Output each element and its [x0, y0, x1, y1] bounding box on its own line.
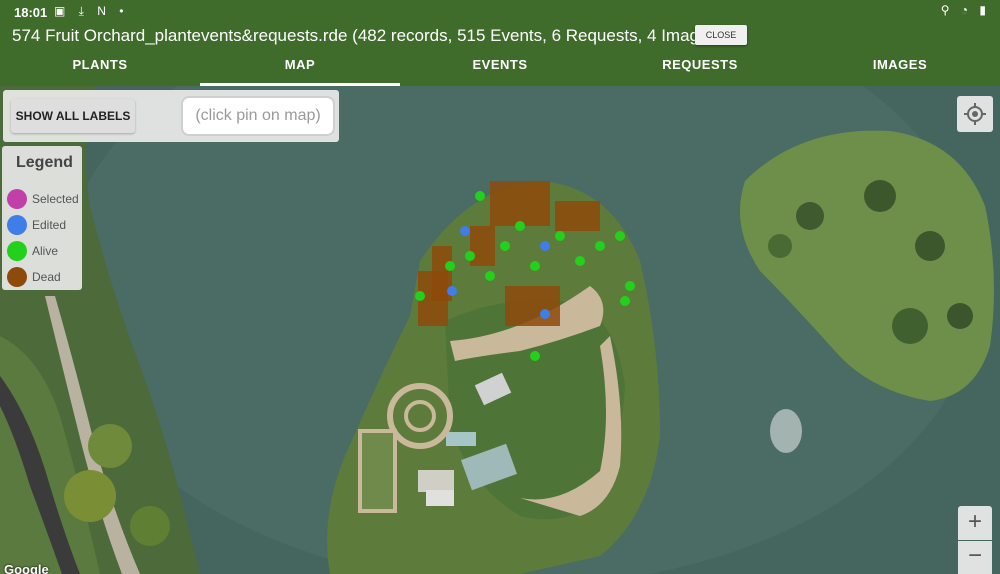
edited-color-dot	[7, 215, 27, 235]
close-button[interactable]: CLOSE	[695, 25, 747, 45]
my-location-icon	[964, 103, 986, 125]
tab-events[interactable]: EVENTS	[400, 48, 600, 86]
status-bar: 18:01 ▣ ⤓ N • ⚲ ◔ ▮	[0, 0, 1000, 24]
tab-requests[interactable]: REQUESTS	[600, 48, 800, 86]
satellite-map[interactable]	[0, 86, 1000, 574]
map-legend: Legend Selected Edited Alive Dead	[2, 146, 82, 290]
legend-item-selected: Selected	[7, 188, 85, 210]
legend-item-dead: Dead	[7, 266, 85, 288]
zoom-out-button[interactable]: −	[958, 541, 992, 574]
pin-info-field[interactable]: (click pin on map)	[181, 96, 335, 136]
google-attribution: Google	[4, 562, 49, 574]
file-title: 574 Fruit Orchard_plantevents&requests.r…	[12, 26, 723, 45]
legend-label: Selected	[32, 192, 79, 206]
dead-color-dot	[7, 267, 27, 287]
status-time: 18:01	[14, 5, 48, 20]
tab-images[interactable]: IMAGES	[800, 48, 1000, 86]
alive-color-dot	[7, 241, 27, 261]
legend-item-alive: Alive	[7, 240, 85, 262]
map-toolbar: SHOW ALL LABELS (click pin on map)	[3, 90, 339, 142]
zoom-in-button[interactable]: +	[958, 506, 992, 540]
legend-title: Legend	[16, 154, 73, 171]
system-status-icons: ⚲ ◔ ▮	[940, 3, 990, 17]
show-all-labels-button[interactable]: SHOW ALL LABELS	[11, 99, 135, 133]
legend-label: Dead	[32, 270, 61, 284]
legend-label: Edited	[32, 218, 67, 232]
tab-bar: PLANTS MAP EVENTS REQUESTS IMAGES	[0, 48, 1000, 86]
app-bar: 18:01 ▣ ⤓ N • ⚲ ◔ ▮ 574 Fruit Orchard_pl…	[0, 0, 1000, 86]
my-location-button[interactable]	[957, 96, 993, 132]
legend-item-edited: Edited	[7, 214, 85, 236]
tab-map[interactable]: MAP	[200, 48, 400, 86]
map-imagery	[0, 86, 1000, 574]
notification-icons: ▣ ⤓ N •	[54, 4, 129, 18]
selected-color-dot	[7, 189, 27, 209]
legend-label: Alive	[32, 244, 59, 258]
tab-plants[interactable]: PLANTS	[0, 48, 200, 86]
